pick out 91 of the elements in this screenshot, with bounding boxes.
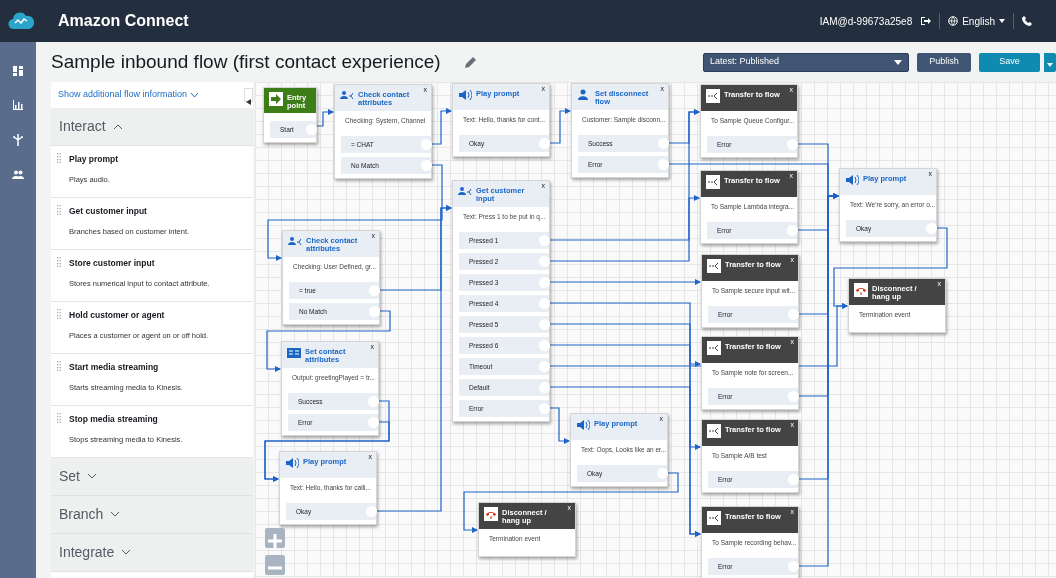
- logout-icon[interactable]: [920, 16, 932, 26]
- entry-arrow-icon: [269, 92, 283, 106]
- item-title: Stop media streaming: [69, 413, 159, 426]
- hang-up-icon: [484, 507, 498, 521]
- drag-handle-icon[interactable]: [57, 309, 61, 319]
- bar-chart-icon[interactable]: [13, 100, 23, 110]
- connector-handle[interactable]: [421, 160, 432, 171]
- connector-handle[interactable]: [539, 319, 550, 330]
- connector-handle[interactable]: [788, 391, 799, 402]
- connector-handle[interactable]: [926, 223, 937, 234]
- speaker-icon: [576, 418, 590, 432]
- connector-handle[interactable]: [368, 396, 379, 407]
- connector-handle[interactable]: [788, 309, 799, 320]
- routing-icon[interactable]: [13, 134, 23, 146]
- connector-handle[interactable]: [787, 139, 798, 150]
- item-title: Start media streaming: [69, 361, 160, 374]
- user-name: IAM@d-99673a25e8: [819, 14, 913, 29]
- transfer-icon: [707, 341, 721, 355]
- caret-icon[interactable]: [894, 59, 902, 65]
- version-dropdown[interactable]: Latest: Published: [703, 52, 909, 72]
- group-header[interactable]: Integrate: [51, 534, 253, 572]
- hang-up-icon: [854, 283, 868, 297]
- save-options-button[interactable]: [1044, 52, 1056, 72]
- connector-handle[interactable]: [657, 468, 668, 479]
- connector-handle[interactable]: [539, 138, 550, 149]
- connector-handle[interactable]: [369, 306, 380, 317]
- item-title: Hold customer or agent: [69, 309, 166, 322]
- language-menu[interactable]: English: [962, 13, 995, 29]
- connector-handle[interactable]: [421, 139, 432, 150]
- drag-handle-icon[interactable]: [57, 361, 61, 371]
- chevron-up-icon[interactable]: [113, 124, 122, 129]
- drag-handle-icon[interactable]: [57, 257, 61, 267]
- caret-icon[interactable]: [999, 19, 1005, 23]
- connector-handle[interactable]: [658, 138, 669, 149]
- collapse-panel-button[interactable]: [244, 88, 253, 102]
- connector-handle[interactable]: [368, 417, 379, 428]
- drag-handle-icon[interactable]: [57, 205, 61, 215]
- app-name: Amazon Connect: [58, 11, 189, 31]
- connector-handle[interactable]: [539, 298, 550, 309]
- item-title: Store customer input: [69, 257, 156, 270]
- connector-handle[interactable]: [788, 561, 799, 572]
- chevron-down-icon[interactable]: [111, 512, 120, 517]
- connector-line: [431, 108, 452, 145]
- transfer-icon: [706, 175, 720, 189]
- dashboard-icon[interactable]: [13, 66, 23, 76]
- connector-handle[interactable]: [658, 159, 669, 170]
- drag-handle-icon[interactable]: [57, 153, 61, 163]
- connector-handle[interactable]: [539, 235, 550, 246]
- connector-line: [316, 109, 334, 127]
- drag-handle-icon[interactable]: [57, 413, 61, 423]
- publish-button[interactable]: Publish: [917, 52, 971, 72]
- group-header[interactable]: Interact: [51, 108, 253, 146]
- info-link[interactable]: Show additional flow information: [58, 88, 188, 102]
- flow-title: Sample inbound flow (first contact experience): [51, 49, 441, 74]
- connector-handle[interactable]: [788, 474, 799, 485]
- connector-handle[interactable]: [369, 285, 380, 296]
- connector-handle[interactable]: [539, 403, 550, 414]
- group-header[interactable]: Branch: [51, 496, 253, 534]
- transfer-icon: [707, 511, 721, 525]
- speaker-icon: [458, 88, 472, 102]
- transfer-icon: [707, 424, 721, 438]
- group-header[interactable]: Set: [51, 458, 253, 496]
- transfer-icon: [706, 89, 720, 103]
- chevron-down-icon[interactable]: [88, 474, 96, 479]
- card-icon: [287, 346, 301, 360]
- connector-handle[interactable]: [787, 225, 798, 236]
- save-button[interactable]: Save: [979, 52, 1040, 72]
- person-icon: [577, 88, 591, 102]
- pencil-icon[interactable]: [464, 56, 477, 68]
- item-title: Get customer input: [69, 205, 148, 218]
- connector-handle[interactable]: [539, 361, 550, 372]
- transfer-icon: [707, 259, 721, 273]
- connector-handle[interactable]: [366, 506, 377, 517]
- group-label[interactable]: Branch: [59, 504, 104, 525]
- item-title: Play prompt: [69, 153, 119, 166]
- speaker-icon: [285, 456, 299, 470]
- chevron-down-icon[interactable]: [122, 550, 131, 555]
- users-icon[interactable]: [12, 170, 24, 179]
- group-label[interactable]: Integrate: [59, 542, 115, 563]
- globe-icon[interactable]: [948, 16, 959, 26]
- cloud-logo-icon: [8, 10, 34, 32]
- connector-handle[interactable]: [539, 382, 550, 393]
- chevron-down-icon[interactable]: [191, 92, 199, 98]
- group-label[interactable]: Interact: [59, 116, 106, 137]
- connector-handle[interactable]: [539, 256, 550, 267]
- connector-handle[interactable]: [539, 277, 550, 288]
- group-label[interactable]: Set: [59, 466, 80, 487]
- phone-icon[interactable]: [1022, 16, 1032, 26]
- connector-handle[interactable]: [306, 124, 317, 135]
- connector-handle[interactable]: [539, 340, 550, 351]
- speaker-icon: [845, 173, 859, 187]
